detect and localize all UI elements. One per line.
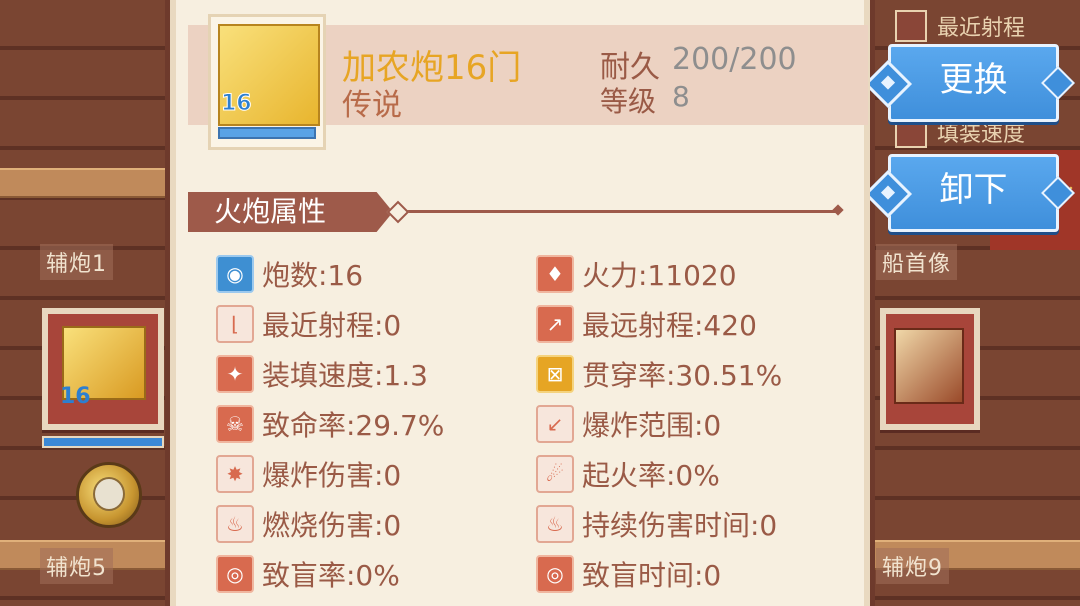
divider-diamond: [386, 200, 410, 224]
item-card: 16: [208, 14, 326, 150]
max-range-icon: ↗: [536, 305, 574, 343]
blast-range-icon: ↙: [536, 405, 574, 443]
slot-card-figurehead[interactable]: [880, 308, 980, 430]
range-icon: [895, 10, 927, 42]
durability-value: 200/200: [672, 42, 797, 77]
reload-speed-icon: ✦: [216, 355, 254, 393]
deck-strip: [0, 168, 165, 198]
slot-level: 16: [60, 384, 91, 409]
pierce-icon: ⊠: [536, 355, 574, 393]
attr-firepower: ♦ 火力:11020: [536, 254, 737, 294]
slot-label-aux-1: 辅炮1: [40, 244, 113, 280]
diamond-icon: [863, 59, 913, 109]
attr-min-range: ⌊ 最近射程:0: [216, 304, 401, 344]
slot-label-aux-9: 辅炮9: [876, 548, 949, 584]
section-title: 火炮属性: [188, 192, 393, 232]
attr-pierce-rate: ⊠ 贯穿率:30.51%: [536, 354, 782, 394]
level-value: 8: [672, 80, 690, 113]
skull-icon: ☠: [216, 405, 254, 443]
slot-card-aux-1[interactable]: 16: [42, 308, 164, 430]
burn-damage-icon: ♨: [216, 505, 254, 543]
figurehead-icon: [894, 328, 964, 404]
dot-duration-icon: ♨: [536, 505, 574, 543]
attr-blind-duration: ◎ 致盲时间:0: [536, 554, 721, 594]
attr-blind-rate: ◎ 致盲率:0%: [216, 554, 400, 594]
detail-panel: 16 加农炮16门 传说 耐久 200/200 等级 8 火炮属性 ◉ 炮数:1…: [170, 0, 870, 606]
item-rarity: 传说: [342, 88, 402, 123]
slot-progress-bar: [42, 436, 164, 448]
right-stat-min-range: 最近射程: [895, 10, 1025, 42]
attr-dot-duration: ♨ 持续伤害时间:0: [536, 504, 777, 544]
replace-button[interactable]: 更换: [863, 44, 1075, 122]
section-divider: [398, 210, 838, 213]
item-progress-bar: [218, 127, 316, 139]
unload-button[interactable]: 卸下: [863, 154, 1075, 232]
attr-cannon-count: ◉ 炮数:16: [216, 254, 363, 294]
min-range-icon: ⌊: [216, 305, 254, 343]
attr-critical-rate: ☠ 致命率:29.7%: [216, 404, 444, 444]
slot-label-figurehead: 船首像: [876, 244, 958, 280]
ignite-icon: ☄: [536, 455, 574, 493]
coin-icon[interactable]: [76, 462, 142, 528]
divider-end: [832, 204, 844, 216]
blind-rate-icon: ◎: [216, 555, 254, 593]
attr-blast-range: ↙ 爆炸范围:0: [536, 404, 721, 444]
blind-duration-icon: ◎: [536, 555, 574, 593]
attr-reload-speed: ✦ 装填速度:1.3: [216, 354, 428, 394]
firepower-icon: ♦: [536, 255, 574, 293]
cannon-count-icon: ◉: [216, 255, 254, 293]
attr-burn-damage: ♨ 燃烧伤害:0: [216, 504, 401, 544]
explosion-damage-icon: ✸: [216, 455, 254, 493]
level-label: 等级: [600, 85, 657, 118]
item-level-badge: 16: [221, 91, 253, 117]
attr-explosion-damage: ✸ 爆炸伤害:0: [216, 454, 401, 494]
diamond-icon: [863, 169, 913, 219]
attr-max-range: ↗ 最远射程:420: [536, 304, 757, 344]
attr-ignite-rate: ☄ 起火率:0%: [536, 454, 720, 494]
slot-label-aux-5: 辅炮5: [40, 548, 113, 584]
